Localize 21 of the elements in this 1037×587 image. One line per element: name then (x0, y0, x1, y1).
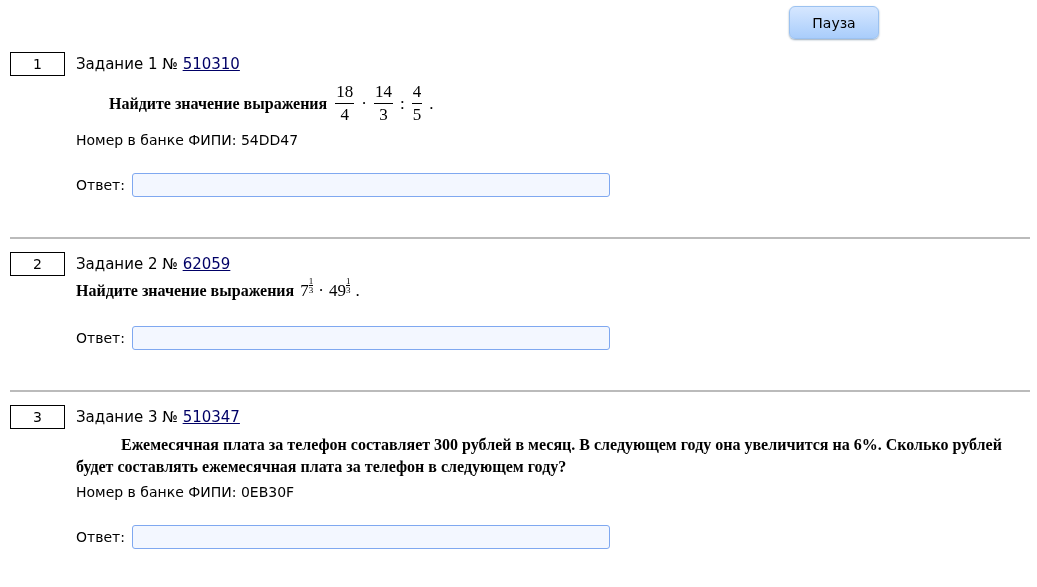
task-statement: Найдите значение выражения (108, 94, 328, 113)
task-statement: Ежемесячная плата за телефон составляет 300 рублей в месяц. В следующем году она увеличится на 6%. Сколько рублей будет составлять ежемесячная плата за телефон в следующем году? (76, 435, 1003, 478)
answer-field[interactable] (131, 173, 610, 197)
task-number: 1 (10, 52, 65, 76)
answer-field[interactable] (131, 525, 610, 549)
task-number: 2 (10, 252, 65, 276)
task-link[interactable]: 510347 (182, 408, 240, 426)
pause-button[interactable]: Пауза (789, 6, 879, 39)
answer-label: Ответ: (76, 529, 125, 545)
bank-number: Номер в банке ФИПИ: 0EB30F (76, 484, 296, 500)
task-number: 3 (10, 405, 65, 429)
task-link[interactable]: 62059 (182, 255, 231, 273)
answer-label: Ответ: (76, 330, 125, 346)
task-title: Задание 3 № (76, 408, 178, 426)
answer-field[interactable] (131, 326, 610, 350)
task-statement: Найдите значение выражения (76, 282, 295, 300)
bank-number: Номер в банке ФИПИ: 54DD47 (76, 132, 300, 148)
answer-label: Ответ: (76, 177, 125, 193)
task-title: Задание 1 № (76, 55, 178, 73)
task-link[interactable]: 510310 (182, 55, 240, 73)
task-title: Задание 2 № (76, 255, 178, 273)
